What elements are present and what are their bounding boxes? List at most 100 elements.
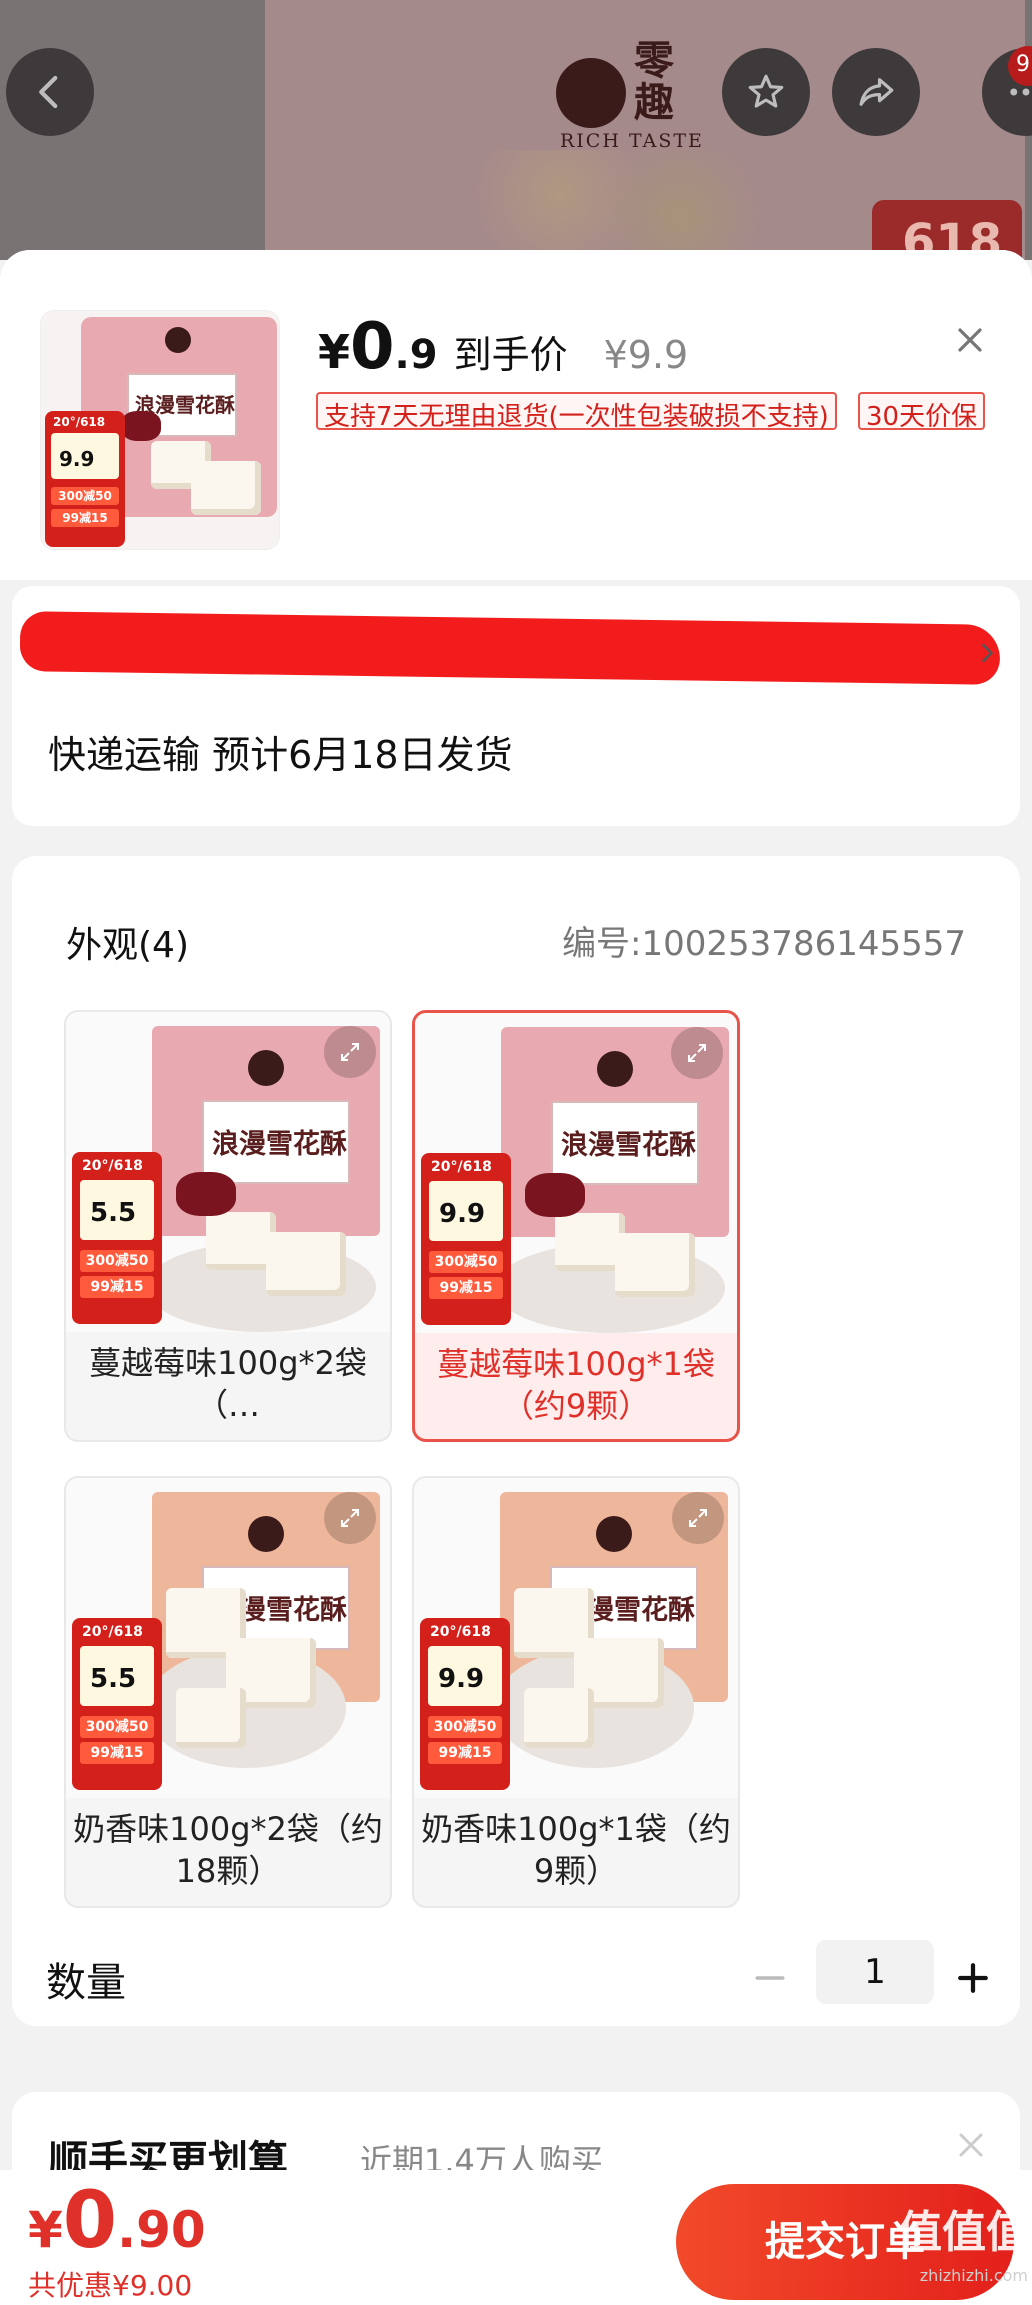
coupon-300-50: 300减50: [428, 1716, 502, 1738]
crisp-piece: [266, 1232, 346, 1296]
promo-price-value: 9.9: [59, 447, 95, 471]
banner-decoration: [470, 150, 770, 260]
share-button[interactable]: [832, 48, 920, 136]
promo-price-tag: 20°/618 9.9 300减50 99减15: [420, 1618, 510, 1790]
close-sheet-button[interactable]: [940, 310, 1000, 370]
promo-618-label: 20°/618: [430, 1624, 491, 1640]
cranberry-pile: [121, 411, 161, 441]
expand-image-button[interactable]: [672, 1492, 724, 1544]
promo-price-box: 9.9: [428, 1646, 502, 1706]
option-cranberry-1bag[interactable]: 浪漫雪花酥 20°/618 9.9 300减50 99减15 蔓越莓味100g*…: [412, 1010, 740, 1442]
expand-image-button[interactable]: [671, 1027, 723, 1079]
quantity-decrease-button[interactable]: [750, 1958, 790, 1998]
price-tag-label: 到手价: [453, 333, 568, 377]
crisp-piece: [524, 1688, 594, 1748]
minus-icon: [755, 1976, 785, 1980]
back-button[interactable]: [6, 48, 94, 136]
promo-price-tag: 20°/618 9.9 300减50 99减15: [421, 1153, 511, 1325]
option-cranberry-2bag[interactable]: 浪漫雪花酥 20°/618 5.5 300减50 99减15 蔓越莓味100g*…: [64, 1010, 392, 1442]
promo-618-label: 20°/618: [82, 1158, 143, 1174]
coupon-300-50: 300减50: [80, 1250, 154, 1272]
coupon-99-15: 99减15: [51, 509, 119, 527]
total-decimal: .90: [117, 2201, 206, 2259]
package-title: 浪漫雪花酥: [212, 1129, 347, 1160]
currency-symbol: ¥: [318, 325, 351, 379]
coupon-300-50: 300减50: [51, 487, 119, 505]
site-watermark: 值值值: [898, 2207, 1030, 2258]
promo-price-box: 5.5: [80, 1180, 154, 1240]
brand-name-cn: 零趣: [634, 38, 674, 126]
package-logo: [248, 1516, 284, 1552]
site-watermark-url: zhizhizhi.com: [919, 2266, 1028, 2285]
brand-logo: 零趣 RICH TASTE: [556, 38, 726, 152]
plus-icon: [958, 1963, 988, 1993]
price-decimal: .9: [394, 332, 438, 378]
spec-selector: 外观(4) 编号:100253786145557 浪漫雪花酥 20°/618 5…: [12, 856, 1020, 2026]
crisp-piece: [191, 461, 261, 515]
promo-price-box: 5.5: [80, 1646, 154, 1706]
promo-price-box: 9.9: [51, 433, 119, 479]
product-thumbnail[interactable]: 浪漫雪花酥 20°/618 9.9 300减50 99减15: [40, 310, 280, 550]
package-logo: [596, 1516, 632, 1552]
promo-price-box: 9.9: [429, 1181, 503, 1241]
promo-618-label: 20°/618: [431, 1159, 492, 1175]
promo-price-value: 9.9: [439, 1199, 486, 1229]
original-price: ¥9.9: [603, 333, 689, 377]
promo-price-value: 5.5: [90, 1198, 137, 1228]
promo-price-value: 9.9: [438, 1664, 485, 1694]
product-code: 编号:100253786145557: [562, 924, 966, 964]
promo-price-tag: 20°/618 5.5 300减50 99减15: [72, 1618, 162, 1790]
spec-title: 外观(4): [66, 925, 189, 966]
price-integer: 0: [350, 310, 395, 384]
option-milk-1bag[interactable]: 浪漫雪花酥 20°/618 9.9 300减50 99减15 奶香味100g*1…: [412, 1476, 740, 1908]
expand-image-button[interactable]: [324, 1026, 376, 1078]
quantity-label: 数量: [46, 1960, 126, 2006]
cranberry-pile: [176, 1172, 236, 1216]
promo-price-tag: 20°/618 5.5 300减50 99减15: [72, 1152, 162, 1324]
brand-mark: [556, 58, 626, 128]
package-logo: [597, 1051, 633, 1087]
coupon-99-15: 99减15: [428, 1742, 502, 1764]
promo-618-label: 20°/618: [53, 415, 106, 429]
promo-price-value: 5.5: [90, 1664, 137, 1694]
coupon-99-15: 99减15: [429, 1277, 503, 1299]
total-saving: 共优惠¥9.00: [28, 2269, 193, 2302]
option-label: 蔓越莓味100g*1袋（约9颗）: [437, 1345, 715, 1425]
address-card[interactable]: 快递运输 预计6月18日发货: [12, 586, 1020, 826]
total-currency: ¥: [28, 2201, 63, 2259]
final-price: ¥ 0 .9 到手价 ¥9.9: [318, 310, 688, 390]
sku-summary: 浪漫雪花酥 20°/618 9.9 300减50 99减15 ¥ 0 .9 到手…: [0, 250, 1032, 580]
coupon-99-15: 99减15: [80, 1276, 154, 1298]
star-icon: [748, 74, 784, 108]
option-label: 奶香味100g*2袋（约18颗）: [73, 1810, 383, 1890]
package-logo: [165, 327, 191, 353]
coupon-300-50: 300减50: [429, 1251, 503, 1273]
crisp-piece: [615, 1233, 695, 1297]
expand-icon: [341, 1509, 359, 1527]
total-integer: 0: [62, 2176, 118, 2266]
close-bundle-icon[interactable]: [956, 2130, 986, 2160]
total-price: ¥ 0 .90: [28, 2176, 206, 2266]
expand-icon: [688, 1044, 706, 1062]
package-label: 浪漫雪花酥: [202, 1100, 350, 1184]
share-icon: [859, 78, 894, 106]
expand-icon: [689, 1509, 707, 1527]
redacted-address: [19, 611, 1001, 685]
option-label: 奶香味100g*1袋（约9颗）: [421, 1810, 731, 1890]
quantity-increase-button[interactable]: [953, 1958, 993, 1998]
package-title: 浪漫雪花酥: [561, 1130, 696, 1161]
package-logo: [248, 1050, 284, 1086]
shipping-estimate: 快递运输 预计6月18日发货: [48, 733, 513, 777]
option-label: 蔓越莓味100g*2袋（…: [89, 1344, 367, 1424]
chevron-right-icon: [981, 643, 994, 663]
option-milk-2bag[interactable]: 浪漫雪花酥 20°/618 5.5 300减50 99减15 奶香味100g*2…: [64, 1476, 392, 1908]
package-label: 浪漫雪花酥: [551, 1101, 699, 1185]
expand-icon: [341, 1043, 359, 1061]
quantity-input[interactable]: 1: [816, 1940, 934, 2004]
expand-image-button[interactable]: [324, 1492, 376, 1544]
coupon-300-50: 300减50: [80, 1716, 154, 1738]
brand-name-en: RICH TASTE: [560, 130, 704, 152]
return-policy-badge: 支持7天无理由退货(一次性包装破损不支持): [316, 392, 837, 432]
favorite-button[interactable]: [722, 48, 810, 136]
price-protect-badge: 30天价保: [858, 392, 986, 432]
